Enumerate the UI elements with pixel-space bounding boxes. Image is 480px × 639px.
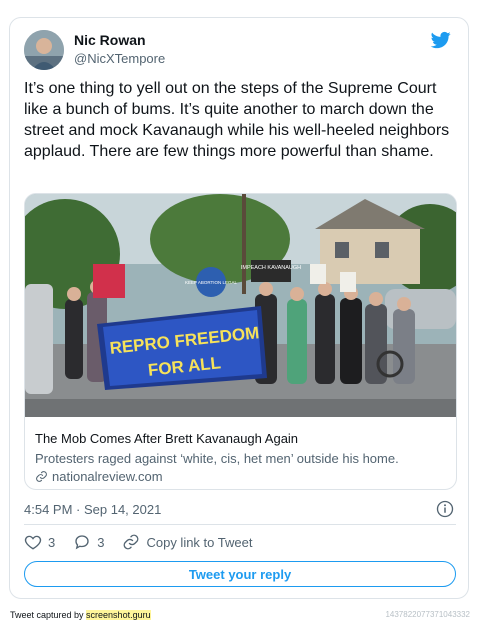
- info-icon[interactable]: [436, 500, 454, 518]
- link-icon: [124, 534, 139, 550]
- protest-photo: IMPEACH KAVANAUGH KEEP ABORTION LEGAL RE…: [25, 194, 456, 417]
- tweet-timestamp[interactable]: 4:54 PM · Sep 14, 2021: [24, 502, 161, 517]
- link-title: The Mob Comes After Brett Kavanaugh Agai…: [35, 431, 299, 446]
- divider: [24, 524, 456, 525]
- link-icon: [36, 471, 47, 482]
- link-preview-card[interactable]: IMPEACH KAVANAUGH KEEP ABORTION LEGAL RE…: [24, 193, 457, 490]
- link-domain: nationalreview.com: [35, 469, 163, 484]
- tweet-id: 1437822077371043332: [385, 610, 470, 619]
- reply-action[interactable]: 3: [73, 533, 104, 551]
- avatar[interactable]: [24, 30, 64, 70]
- link-description: Protesters raged against ‘white, cis, he…: [35, 451, 399, 466]
- sign-impeach-text: IMPEACH KAVANAUGH: [241, 265, 301, 271]
- copy-link-action[interactable]: Copy link to Tweet: [122, 533, 252, 551]
- link-domain-text: nationalreview.com: [52, 469, 163, 484]
- author-name[interactable]: Nic Rowan: [74, 32, 146, 48]
- sign-keep-text: KEEP ABORTION LEGAL: [185, 280, 238, 285]
- tweet-your-reply-button[interactable]: Tweet your reply: [24, 561, 456, 587]
- tweet-card: Nic Rowan @NicXTempore It’s one thing to…: [9, 17, 469, 599]
- capture-credit: Tweet captured by screenshot.guru: [10, 610, 151, 620]
- copy-link-label: Copy link to Tweet: [146, 534, 253, 550]
- like-action[interactable]: 3: [24, 533, 55, 551]
- reply-bubble-icon: [75, 535, 89, 550]
- author-handle[interactable]: @NicXTempore: [74, 51, 165, 66]
- like-count: 3: [48, 534, 56, 550]
- capture-source-link[interactable]: screenshot.guru: [86, 610, 151, 620]
- twitter-bird-icon[interactable]: [430, 30, 452, 50]
- capture-prefix: Tweet captured by: [10, 610, 87, 620]
- tweet-actions: 3 3 Copy link to Tweet: [24, 533, 270, 551]
- heart-icon: [24, 535, 42, 550]
- reply-count: 3: [97, 534, 105, 550]
- tweet-text: It’s one thing to yell out on the steps …: [24, 80, 450, 160]
